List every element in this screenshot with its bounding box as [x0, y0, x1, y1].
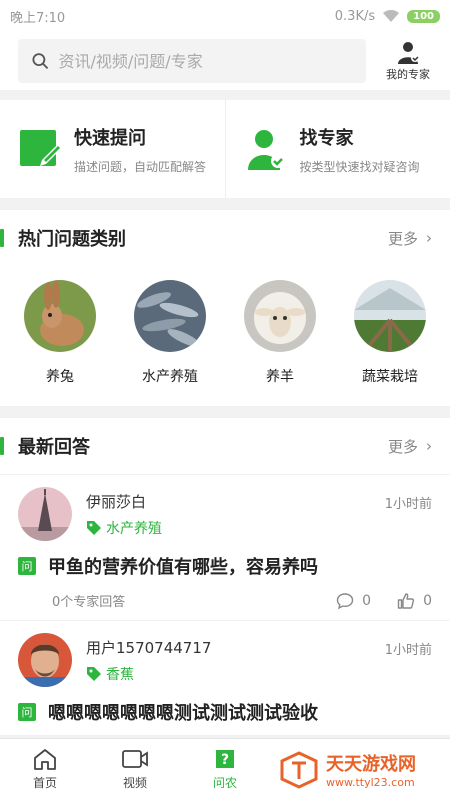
- category-aquaculture[interactable]: 水产养殖: [130, 280, 210, 388]
- category-label: 养兔: [46, 369, 74, 385]
- expert-person-icon: [247, 130, 285, 170]
- fish-image: [134, 280, 206, 352]
- question-badge-icon: 问: [18, 703, 36, 721]
- topic-tag[interactable]: 香蕉: [86, 664, 211, 684]
- topic-tag[interactable]: 水产养殖: [86, 518, 162, 538]
- nav-video[interactable]: 视频: [90, 739, 180, 800]
- bottom-nav: 首页 视频 ? 问农 天天游戏网 www.ttyl23.com: [0, 738, 450, 800]
- rabbit-image: [24, 280, 96, 352]
- avatar[interactable]: [18, 633, 72, 687]
- expert-icon: [398, 42, 419, 64]
- find-expert-title: 找专家: [299, 127, 354, 149]
- svg-text:?: ?: [221, 752, 229, 768]
- hot-categories-more[interactable]: 更多 ›: [388, 228, 432, 249]
- search-bar[interactable]: [18, 39, 366, 83]
- watermark-title: 天天游戏网: [326, 754, 416, 775]
- watermark-icon: [280, 750, 318, 789]
- search-input[interactable]: [58, 51, 352, 71]
- tag-icon: [87, 666, 101, 681]
- network-speed: 0.3K/s: [334, 8, 376, 24]
- status-bar: 晚上7:10 0.3K/s 100: [0, 0, 450, 32]
- quick-actions: 快速提问 描述问题，自动匹配解答 找专家 按类型快速找对疑咨询: [0, 100, 450, 198]
- nav-home[interactable]: 首页: [0, 739, 90, 800]
- hot-categories-section: 热门问题类别 更多 › 养兔 水产养殖 养羊 蔬菜栽培: [0, 210, 450, 406]
- latest-answers-section: 最新回答 更多 › 伊丽莎白 水产养殖 1小时前 问 甲鱼的营养价值有哪些，容易…: [0, 418, 450, 735]
- chevron-right-icon: ›: [426, 437, 432, 455]
- sheep-image: [244, 280, 316, 352]
- latest-answers-more[interactable]: 更多 ›: [388, 436, 432, 457]
- category-label: 水产养殖: [142, 369, 198, 385]
- expert-answer-count: 0个专家回答: [52, 595, 126, 610]
- my-expert-button[interactable]: 我的专家: [378, 40, 438, 82]
- question-badge-icon: 问: [18, 557, 36, 575]
- video-icon: [122, 750, 148, 768]
- chevron-right-icon: ›: [426, 229, 432, 247]
- category-vegetables[interactable]: 蔬菜栽培: [350, 280, 430, 388]
- user-name: 用户1570744717: [86, 638, 212, 657]
- question-text[interactable]: 甲鱼的营养价值有哪些，容易养吗: [48, 553, 318, 579]
- post-time: 1小时前: [384, 643, 432, 658]
- post-time: 1小时前: [384, 497, 432, 512]
- tag-icon: [87, 520, 101, 535]
- my-expert-label: 我的专家: [386, 68, 430, 81]
- battery-indicator: 100: [407, 9, 440, 23]
- thumbs-up-icon: [397, 592, 415, 609]
- category-label: 蔬菜栽培: [362, 369, 418, 385]
- question-icon: ?: [216, 750, 234, 768]
- quick-ask-subtitle: 描述问题，自动匹配解答: [74, 159, 207, 174]
- nav-ask[interactable]: ? 问农: [180, 739, 270, 800]
- category-label: 养羊: [266, 369, 294, 385]
- category-sheep[interactable]: 养羊: [240, 280, 320, 388]
- latest-answers-title: 最新回答: [18, 437, 90, 458]
- find-expert-button[interactable]: 找专家 按类型快速找对疑咨询: [224, 100, 450, 198]
- question-text[interactable]: 嗯嗯嗯嗯嗯嗯嗯测试测试测试验收: [48, 699, 318, 725]
- answer-item[interactable]: 用户1570744717 香蕉 1小时前 问 嗯嗯嗯嗯嗯嗯嗯测试测试测试验收: [0, 620, 450, 735]
- status-time: 晚上7:10: [10, 10, 66, 26]
- top-header: 我的专家: [0, 32, 450, 90]
- home-icon: [34, 749, 56, 770]
- quick-ask-title: 快速提问: [74, 127, 146, 149]
- hot-categories-title: 热门问题类别: [18, 229, 126, 250]
- category-rabbit[interactable]: 养兔: [20, 280, 100, 388]
- find-expert-subtitle: 按类型快速找对疑咨询: [299, 159, 420, 174]
- answer-item[interactable]: 伊丽莎白 水产养殖 1小时前 问 甲鱼的营养价值有哪些，容易养吗 0个专家回答 …: [0, 474, 450, 620]
- like-button[interactable]: 0: [397, 592, 432, 610]
- edit-icon: [20, 130, 62, 166]
- comment-icon: [336, 592, 354, 609]
- watermark-url: www.ttyl23.com: [326, 776, 415, 789]
- watermark-logo: 天天游戏网 www.ttyl23.com: [270, 739, 450, 800]
- user-name: 伊丽莎白: [86, 492, 147, 511]
- search-icon: [32, 53, 49, 69]
- quick-ask-button[interactable]: 快速提问 描述问题，自动匹配解答: [0, 100, 225, 198]
- wifi-icon: [383, 10, 400, 22]
- avatar[interactable]: [18, 487, 72, 541]
- greenhouse-image: [354, 280, 426, 352]
- comment-button[interactable]: 0: [336, 592, 371, 610]
